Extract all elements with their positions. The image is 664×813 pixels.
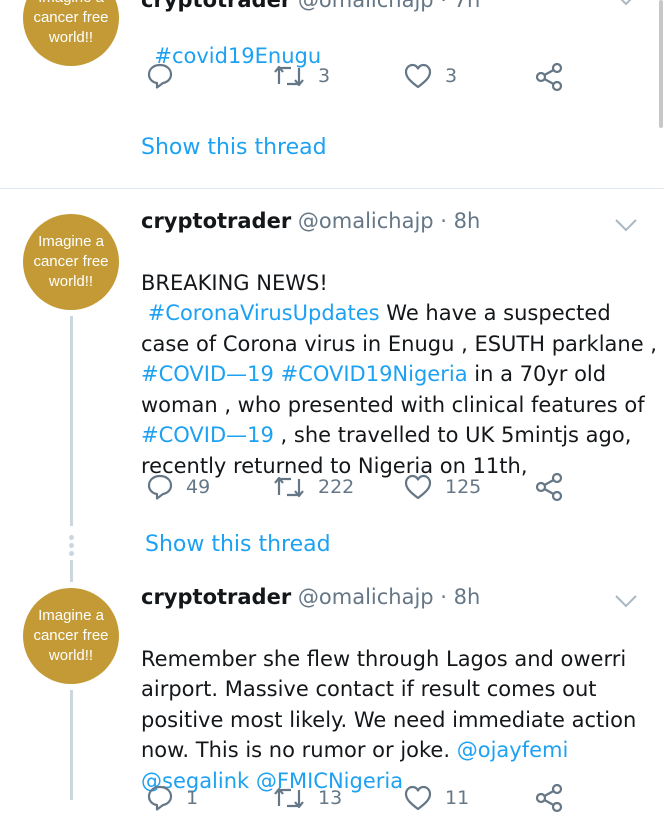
avatar-text: world!! [48,273,94,290]
avatar-text: Imagine a [38,0,104,8]
thread-connector [70,690,73,800]
like-button[interactable]: 125 [403,473,481,501]
tweet-text: positive most likely. We need immediate … [141,707,637,732]
share-button[interactable] [534,783,564,813]
avatar[interactable]: Imagine a cancer free world!! [23,0,119,66]
retweet-icon [274,787,304,809]
mention-link[interactable]: @ojayfemi [457,738,569,762]
hashtag-link[interactable]: #CoronaVirusUpdates [148,301,380,325]
thread-dot [69,535,74,540]
display-name[interactable]: cryptotrader [141,209,291,233]
reply-button[interactable]: 49 [146,473,210,501]
reply-button[interactable]: 1 [146,784,198,812]
tweet-body: Remember she flew through Lagos and ower… [141,613,636,796]
retweet-icon [274,476,304,498]
tweet-text: airport. Massive contact if result comes… [141,677,597,701]
like-icon [404,785,432,811]
thread-connector [70,560,73,582]
thread-dot [69,551,74,556]
avatar-text: Imagine a [38,233,104,250]
tweet-text: now. This is no rumor or joke. [141,738,457,762]
tweet-text: Remember she flew through Lagos and ower… [141,646,627,671]
avatar-text: world!! [48,647,94,664]
like-button[interactable]: 3 [403,62,457,90]
thread-connector [70,316,73,526]
handle-time: @omalichajp · 8h [297,209,481,233]
retweet-button[interactable]: 222 [272,473,354,501]
chevron-down-icon[interactable] [614,0,638,6]
retweet-button[interactable]: 13 [272,784,342,812]
reply-icon [147,474,173,500]
retweet-count: 222 [318,476,355,498]
tweet-text: BREAKING NEWS! [141,270,328,295]
display-name[interactable]: cryptotrader [141,585,291,609]
share-icon [535,472,563,502]
chevron-down-icon[interactable] [614,218,638,232]
reply-count: 49 [186,476,211,498]
reply-icon [147,63,173,89]
like-count: 3 [445,65,458,87]
hashtag-link[interactable]: #COVID19Nigeria [281,362,468,386]
hashtag-link[interactable]: #COVID—19 [141,362,274,386]
show-thread-link[interactable]: Show this thread [145,530,331,560]
retweet-button[interactable]: 3 [272,62,330,90]
avatar-text: cancer free [33,253,109,270]
like-icon [404,474,432,500]
tweet-body: BREAKING NEWS! #CoronaVirusUpdates We ha… [141,237,657,481]
reply-button[interactable] [146,62,186,90]
avatar-text: cancer free [33,627,109,644]
handle-time: @omalichajp · 7h [297,0,481,12]
like-count: 125 [445,476,482,498]
reply-icon [147,785,173,811]
tweet-text: case of Corona virus in Enugu , ESUTH pa… [141,331,657,356]
like-button[interactable]: 11 [403,784,469,812]
tweet-text: We have a suspected [379,301,611,325]
share-icon [535,62,563,92]
share-button[interactable] [534,472,564,502]
avatar[interactable]: Imagine a cancer free world!! [23,214,119,310]
divider [0,188,664,189]
tweet-header[interactable]: cryptotrader @omalichajp · 8h [141,206,480,236]
tweet-text: woman , who presented with clinical feat… [141,392,645,417]
reply-count: 1 [186,787,199,809]
like-icon [404,63,432,89]
thread-dot [69,543,74,548]
scrollbar[interactable] [659,0,663,128]
show-thread-link[interactable]: Show this thread [141,133,327,163]
avatar-text: cancer free [33,9,109,26]
avatar-text: world!! [48,29,94,46]
retweet-count: 3 [318,65,331,87]
tweet-text: , she travelled to UK 5mintjs ago, [273,423,632,447]
tweet-header[interactable]: cryptotrader @omalichajp · 8h [141,582,480,612]
retweet-icon [274,65,304,87]
share-button[interactable] [534,62,564,92]
handle-time: @omalichajp · 8h [297,585,481,609]
chevron-down-icon[interactable] [614,594,638,608]
like-count: 11 [445,787,470,809]
tweet-text: in a 70yr old [467,362,607,386]
hashtag-link[interactable]: #COVID—19 [141,423,274,447]
retweet-count: 13 [318,787,343,809]
share-icon [535,783,563,813]
avatar-text: Imagine a [38,607,104,624]
avatar[interactable]: Imagine a cancer free world!! [23,588,119,684]
